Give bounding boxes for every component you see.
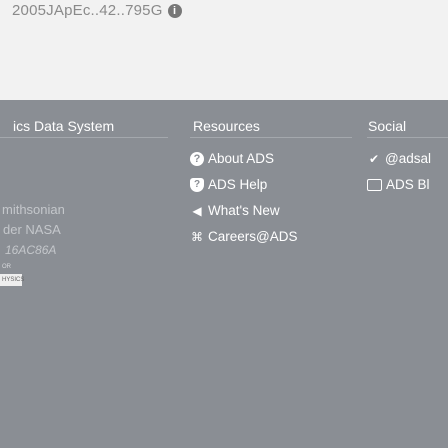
resources-divider (190, 137, 352, 138)
bibcode-line: 2005JApEc..42..795G i (12, 2, 182, 19)
resources-links: ? About ADS ? ADS Help ◀ What's New ⌘ Ca… (190, 147, 297, 251)
footer-social-heading: Social (368, 118, 407, 134)
partner-logo-physics: HYSICS (0, 274, 24, 286)
about-ads-label: About ADS (208, 151, 275, 166)
sponsor-line-1: mithsonian (2, 202, 65, 217)
careers-label: Careers@ADS (208, 229, 298, 244)
bullhorn-icon: ◀ (192, 203, 202, 218)
bibcode-text: 2005JApEc..42..795G (12, 2, 163, 19)
info-icon[interactable]: i (167, 3, 182, 18)
help-circle-icon: ? (190, 177, 204, 192)
sponsor-line-2: der NASA (3, 222, 61, 237)
users-icon: ⌘ (191, 229, 203, 244)
ads-blog-label: ADS Bl (386, 177, 430, 192)
ads-help-link[interactable]: ? ADS Help (190, 173, 297, 196)
footer-system-heading: ics Data System (13, 118, 115, 134)
social-links: ✔ @adsal ADS Bl (367, 147, 431, 199)
twitter-link[interactable]: ✔ @adsal (367, 147, 431, 170)
twitter-icon: ✔ (368, 151, 380, 166)
ads-blog-icon (367, 178, 382, 191)
question-circle-icon: ? (190, 151, 204, 166)
about-ads-link[interactable]: ? About ADS (190, 147, 297, 170)
partner-logo[interactable]: OR HYSICS (0, 254, 24, 304)
ads-blog-link[interactable]: ADS Bl (367, 173, 431, 196)
system-divider (0, 137, 168, 138)
twitter-label: @adsal (385, 151, 431, 166)
footer-resources-heading: Resources (193, 118, 260, 134)
ads-help-label: ADS Help (208, 177, 268, 192)
whats-new-label: What's New (208, 203, 280, 218)
footer-sponsor-text: mithsonian der NASA 16AC86A (0, 200, 68, 260)
social-divider (367, 137, 448, 138)
careers-link[interactable]: ⌘ Careers@ADS (190, 225, 297, 248)
page-top-area: 2005JApEc..42..795G i (0, 0, 448, 100)
whats-new-link[interactable]: ◀ What's New (190, 199, 297, 222)
partner-logo-or: OR (2, 264, 11, 270)
